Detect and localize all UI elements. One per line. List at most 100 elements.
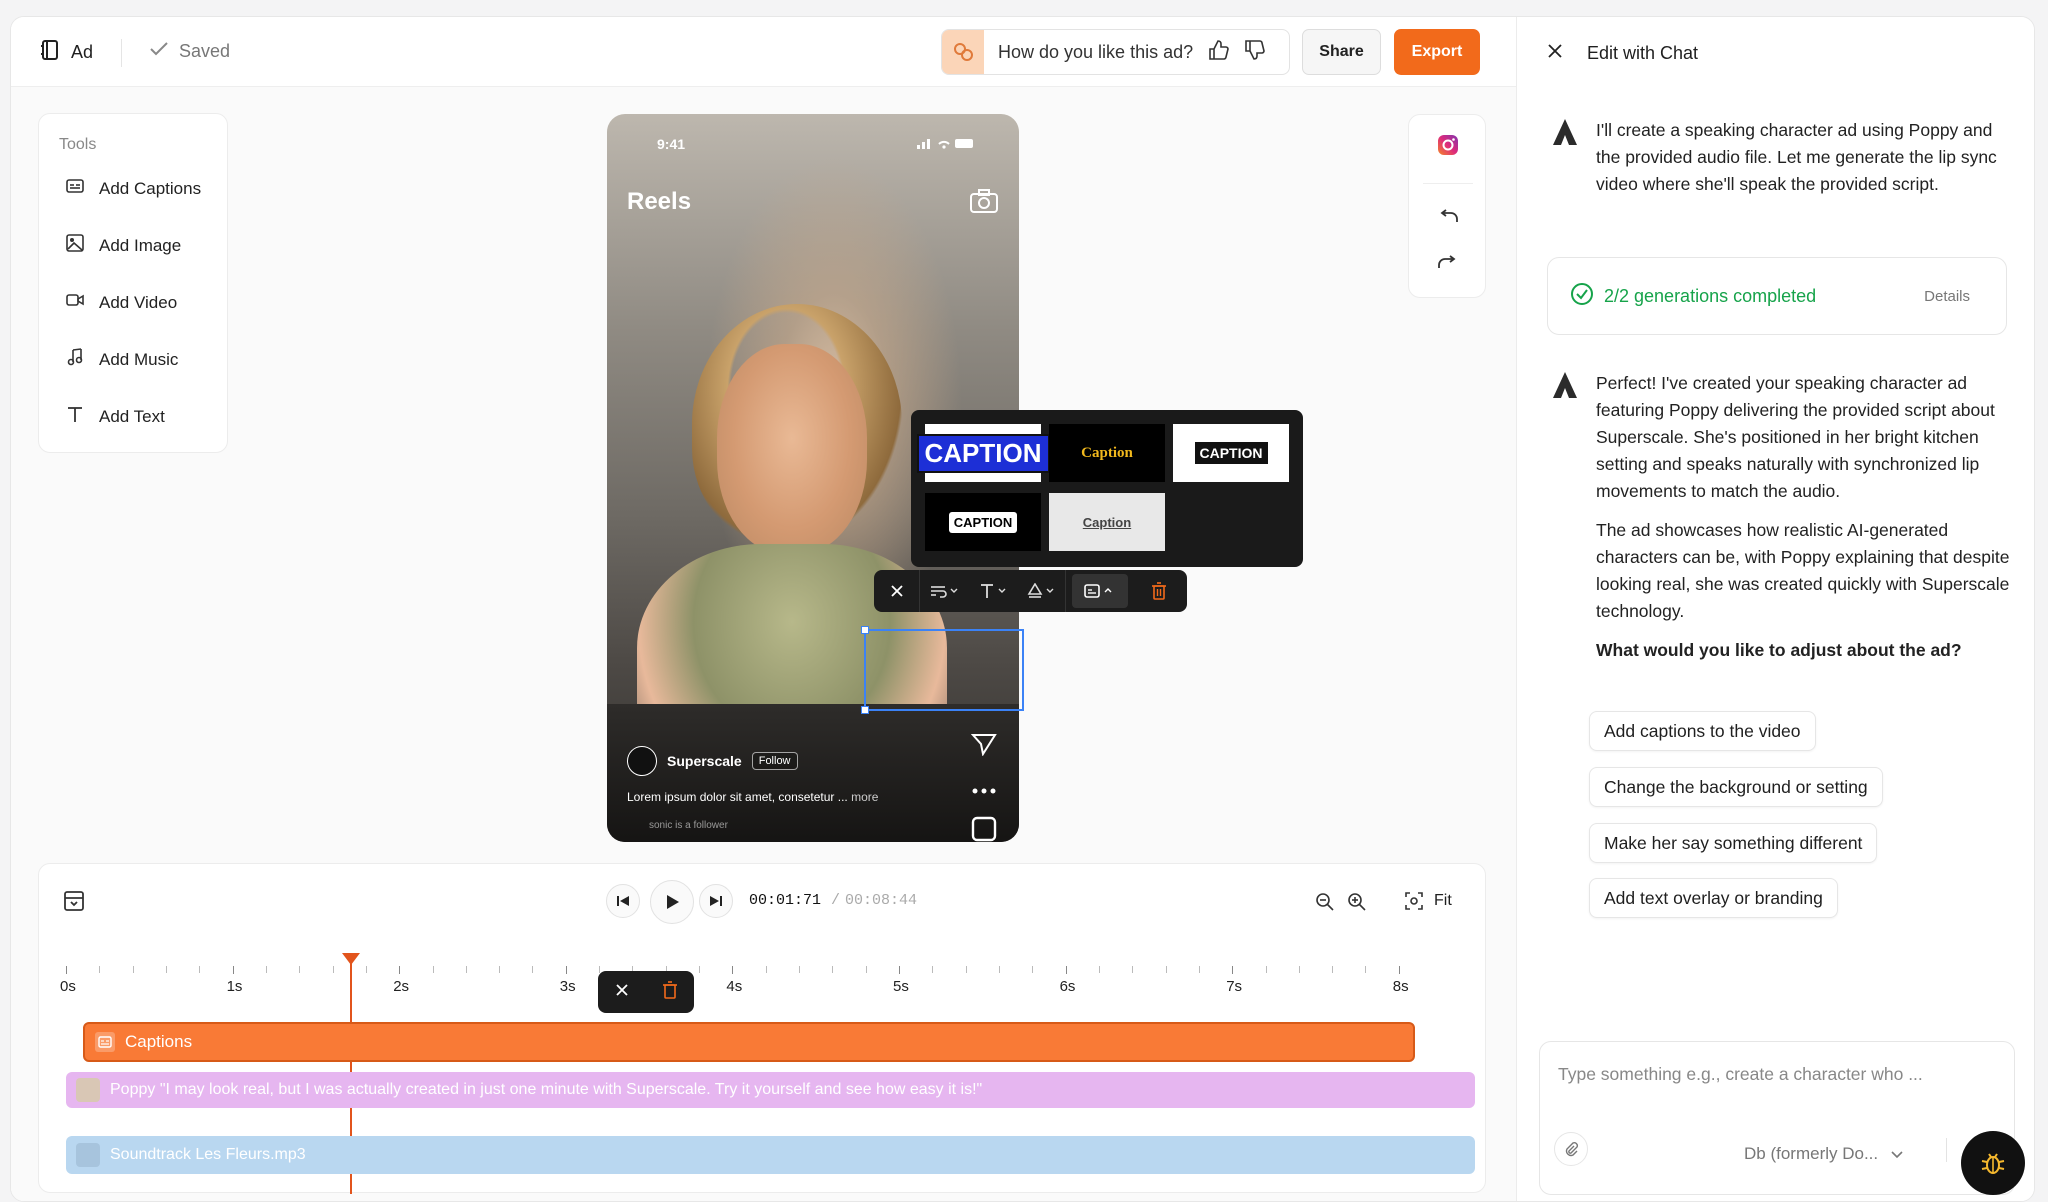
video-icon <box>65 290 85 315</box>
undo-icon[interactable] <box>1437 209 1459 230</box>
chat-panel: Edit with Chat I'll create a speaking ch… <box>1516 17 2034 1201</box>
caption-style-4[interactable]: CAPTION <box>925 493 1041 551</box>
ruler-minor-tick <box>1298 966 1300 973</box>
play-button[interactable] <box>650 880 694 924</box>
post-description: Lorem ipsum dolor sit amet, consetetur .… <box>627 790 878 804</box>
camera-icon <box>969 188 999 219</box>
fit-icon <box>1405 892 1423 910</box>
instagram-icon[interactable] <box>1436 133 1460 162</box>
ruler-tick <box>232 966 234 974</box>
assistant-logo-icon <box>1551 370 1579 410</box>
music-track[interactable]: Soundtrack Les Fleurs.mp3 <box>66 1136 1475 1174</box>
trash-icon[interactable] <box>662 980 678 1004</box>
caption-style-3[interactable]: CAPTION <box>1173 424 1289 482</box>
editor-main: Ad Saved How do you like this ad? Share … <box>11 17 1516 1201</box>
tool-label: Add Captions <box>99 178 202 198</box>
ruler-minor-tick <box>699 966 701 973</box>
fit-button[interactable]: Fit <box>1404 891 1452 911</box>
bug-report-button[interactable] <box>1961 1131 2025 1195</box>
timeline-panel-icon[interactable] <box>63 890 85 917</box>
skip-forward-button[interactable] <box>699 884 733 918</box>
close-icon[interactable] <box>874 570 920 612</box>
voice-track[interactable]: Poppy "I may look real, but I was actual… <box>66 1072 1475 1108</box>
ruler-minor-tick <box>965 966 967 973</box>
chat-title: Edit with Chat <box>1587 43 1699 63</box>
close-icon[interactable] <box>615 983 629 1002</box>
assistant-message-2: Perfect! I've created your speaking char… <box>1551 370 2011 664</box>
ruler-tick <box>1065 966 1067 974</box>
caption-style-5[interactable]: Caption <box>1049 493 1165 551</box>
thumbs-down-icon[interactable] <box>1243 39 1265 66</box>
top-bar: Ad Saved How do you like this ad? Share … <box>11 17 1516 87</box>
feedback-icon <box>942 30 984 74</box>
suggestion-say-different[interactable]: Make her say something different <box>1589 823 1878 863</box>
rating-question: How do you like this ad? <box>998 41 1194 62</box>
divider <box>1946 1138 1947 1162</box>
ruler-minor-tick <box>165 966 167 973</box>
more-link: more <box>851 790 879 804</box>
suggestion-change-background[interactable]: Change the background or setting <box>1589 767 1883 807</box>
ruler-tick <box>66 966 67 974</box>
ruler-minor-tick <box>199 966 201 973</box>
caption-selection-box[interactable] <box>861 626 1024 714</box>
caption-sample: CAPTION <box>948 511 1018 533</box>
redo-icon[interactable] <box>1437 255 1459 276</box>
trash-icon[interactable] <box>1134 570 1184 612</box>
model-label: Db (formerly Do... <box>1744 1144 1879 1163</box>
close-icon[interactable] <box>1547 43 1563 64</box>
wrap-text-icon[interactable] <box>920 570 970 612</box>
caption-sample: CAPTION <box>1194 442 1268 464</box>
add-captions-tool[interactable]: Add Captions <box>65 176 201 201</box>
avatar <box>627 746 657 776</box>
add-music-tool[interactable]: Add Music <box>65 347 178 372</box>
account-name: Superscale <box>667 753 742 769</box>
share-button[interactable]: Share <box>1302 29 1381 75</box>
message-text: Perfect! I've created your speaking char… <box>1596 373 1995 501</box>
caption-style-2[interactable]: Caption <box>1049 424 1165 482</box>
suggestion-text-overlay[interactable]: Add text overlay or branding <box>1589 878 1838 918</box>
caption-style-1[interactable]: CAPTION <box>916 424 1050 482</box>
font-icon[interactable] <box>970 570 1018 612</box>
export-button[interactable]: Export <box>1394 29 1480 75</box>
timeline-panel: 00:01:71 / 00:08:44 Fit 0s 1s 2s 3s 4s 5s 6s 7s… <box>38 863 1486 1194</box>
assistant-logo-icon <box>1551 117 1579 157</box>
ruler-minor-tick <box>765 966 767 973</box>
thumbs-up-icon[interactable] <box>1207 39 1229 66</box>
preview-side-tools <box>1408 114 1486 298</box>
fit-label: Fit <box>1434 892 1452 909</box>
captions-icon <box>65 176 85 201</box>
suggestion-add-captions[interactable]: Add captions to the video <box>1589 711 1816 751</box>
add-text-tool[interactable]: Add Text <box>65 404 165 429</box>
ruler-tick <box>1232 966 1234 974</box>
image-icon <box>65 233 85 258</box>
resize-handle[interactable] <box>861 626 869 634</box>
ruler-minor-tick <box>432 966 434 973</box>
ruler-tick <box>565 966 567 974</box>
caption-style-icon[interactable] <box>1072 574 1128 608</box>
more-icon <box>971 782 997 800</box>
add-image-tool[interactable]: Add Image <box>65 233 181 258</box>
model-selector[interactable]: Db (formerly Do... <box>1744 1144 1903 1164</box>
resize-handle[interactable] <box>861 706 869 714</box>
zoom-in-icon[interactable] <box>1347 892 1367 917</box>
ad-title-group[interactable]: Ad <box>39 39 93 66</box>
add-video-tool[interactable]: Add Video <box>65 290 177 315</box>
chat-input[interactable]: Type something e.g., create a character … <box>1539 1041 2015 1195</box>
generations-status-card: 2/2 generations completed Details <box>1547 257 2007 335</box>
caption-toolbar <box>874 570 1187 612</box>
ruler-minor-tick <box>1132 966 1134 973</box>
details-link[interactable]: Details <box>1924 288 1970 305</box>
bug-icon <box>1981 1153 2005 1174</box>
captions-track[interactable]: Captions <box>83 1022 1415 1062</box>
voice-track-label: Poppy "I may look real, but I was actual… <box>110 1081 983 1098</box>
skip-back-button[interactable] <box>606 884 640 918</box>
divider <box>1423 183 1473 184</box>
color-icon[interactable] <box>1018 570 1066 612</box>
tools-header: Tools <box>59 136 97 153</box>
ruler-minor-tick <box>1365 966 1367 973</box>
attach-icon[interactable] <box>1554 1132 1588 1166</box>
book-icon <box>39 39 61 66</box>
zoom-out-icon[interactable] <box>1315 892 1335 917</box>
ruler-label: 6s <box>1059 978 1076 995</box>
tool-label: Add Video <box>99 292 178 312</box>
